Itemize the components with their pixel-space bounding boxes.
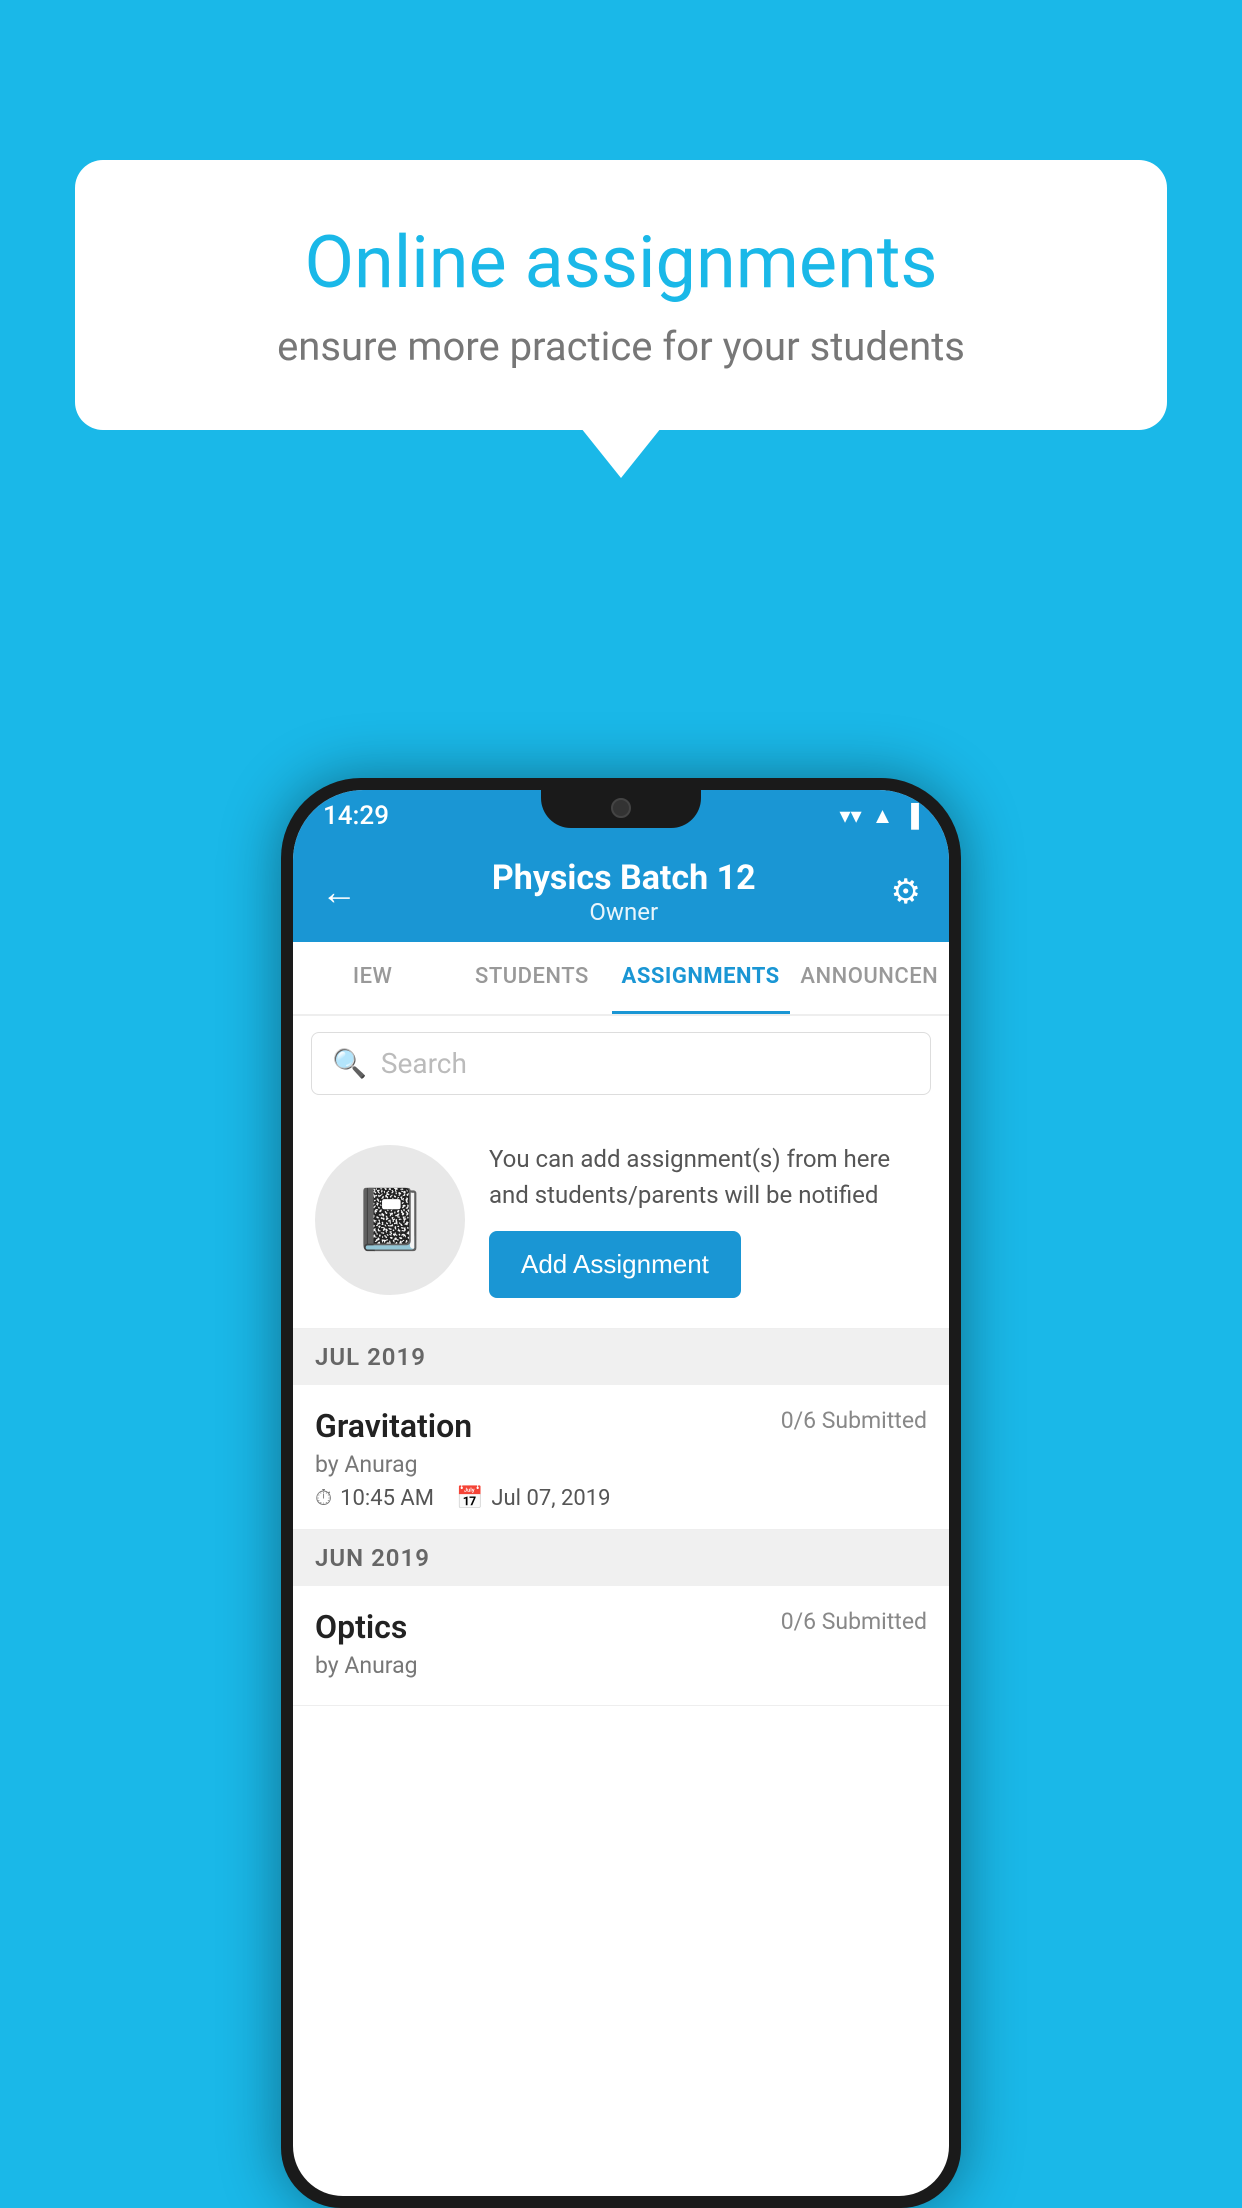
assignment-by-optics: by Anurag [315, 1652, 927, 1679]
assignment-time-value: 10:45 AM [340, 1486, 434, 1511]
assignment-item-gravitation[interactable]: Gravitation 0/6 Submitted by Anurag ⏱ 10… [293, 1385, 949, 1530]
settings-icon[interactable]: ⚙ [891, 872, 921, 912]
assignment-description: You can add assignment(s) from here and … [489, 1141, 927, 1213]
phone-notch [541, 790, 701, 828]
assignment-item-optics[interactable]: Optics 0/6 Submitted by Anurag [293, 1586, 949, 1706]
status-icons: ▾▾ ▲ ▐ [840, 803, 919, 829]
notebook-icon: 📓 [353, 1184, 428, 1255]
back-button[interactable]: ← [321, 871, 357, 913]
search-bar-container: 🔍 Search [293, 1016, 949, 1111]
calendar-icon: 📅 [456, 1486, 483, 1511]
assignment-meta: ⏱ 10:45 AM 📅 Jul 07, 2019 [315, 1486, 927, 1511]
assignment-by: by Anurag [315, 1451, 927, 1478]
assignment-submitted-optics: 0/6 Submitted [781, 1608, 927, 1635]
assignment-name: Gravitation [315, 1407, 472, 1445]
search-icon: 🔍 [332, 1047, 367, 1080]
section-header-jun: JUN 2019 [293, 1530, 949, 1586]
speech-bubble-container: Online assignments ensure more practice … [75, 160, 1167, 430]
assignment-text-area: You can add assignment(s) from here and … [489, 1141, 927, 1298]
wifi-icon: ▾▾ [840, 804, 862, 829]
bubble-subtitle: ensure more practice for your students [155, 323, 1087, 370]
assignment-time: ⏱ 10:45 AM [315, 1486, 434, 1511]
tab-assignments[interactable]: ASSIGNMENTS [612, 942, 790, 1014]
tab-announcements[interactable]: ANNOUNCEN [790, 942, 949, 1014]
app-bar: ← Physics Batch 12 Owner ⚙ [293, 842, 949, 942]
assignment-icon-circle: 📓 [315, 1145, 465, 1295]
phone-camera [611, 798, 631, 818]
app-bar-title-container: Physics Batch 12 Owner [492, 858, 756, 926]
search-bar[interactable]: 🔍 Search [311, 1032, 931, 1095]
assignment-name-optics: Optics [315, 1608, 407, 1646]
clock-icon: ⏱ [315, 1486, 332, 1511]
status-time: 14:29 [323, 801, 389, 831]
app-bar-subtitle: Owner [492, 898, 756, 926]
assignment-item-header-optics: Optics 0/6 Submitted [315, 1608, 927, 1646]
assignment-item-header: Gravitation 0/6 Submitted [315, 1407, 927, 1445]
assignment-submitted: 0/6 Submitted [781, 1407, 927, 1434]
assignment-date: 📅 Jul 07, 2019 [456, 1486, 610, 1511]
search-input[interactable]: Search [381, 1047, 467, 1080]
add-assignment-section: 📓 You can add assignment(s) from here an… [293, 1111, 949, 1329]
bubble-title: Online assignments [155, 220, 1087, 305]
phone-screen: 14:29 ▾▾ ▲ ▐ ← Physics Batch 12 Owner ⚙ … [293, 790, 949, 2196]
section-header-jul: JUL 2019 [293, 1329, 949, 1385]
battery-icon: ▐ [903, 803, 919, 829]
assignment-date-value: Jul 07, 2019 [491, 1486, 610, 1511]
add-assignment-button[interactable]: Add Assignment [489, 1231, 741, 1298]
speech-bubble: Online assignments ensure more practice … [75, 160, 1167, 430]
tab-students[interactable]: STUDENTS [452, 942, 611, 1014]
phone-frame: 14:29 ▾▾ ▲ ▐ ← Physics Batch 12 Owner ⚙ … [281, 778, 961, 2208]
tabs-container: IEW STUDENTS ASSIGNMENTS ANNOUNCEN [293, 942, 949, 1016]
tab-iew[interactable]: IEW [293, 942, 452, 1014]
signal-icon: ▲ [872, 803, 894, 829]
app-bar-title: Physics Batch 12 [492, 858, 756, 898]
